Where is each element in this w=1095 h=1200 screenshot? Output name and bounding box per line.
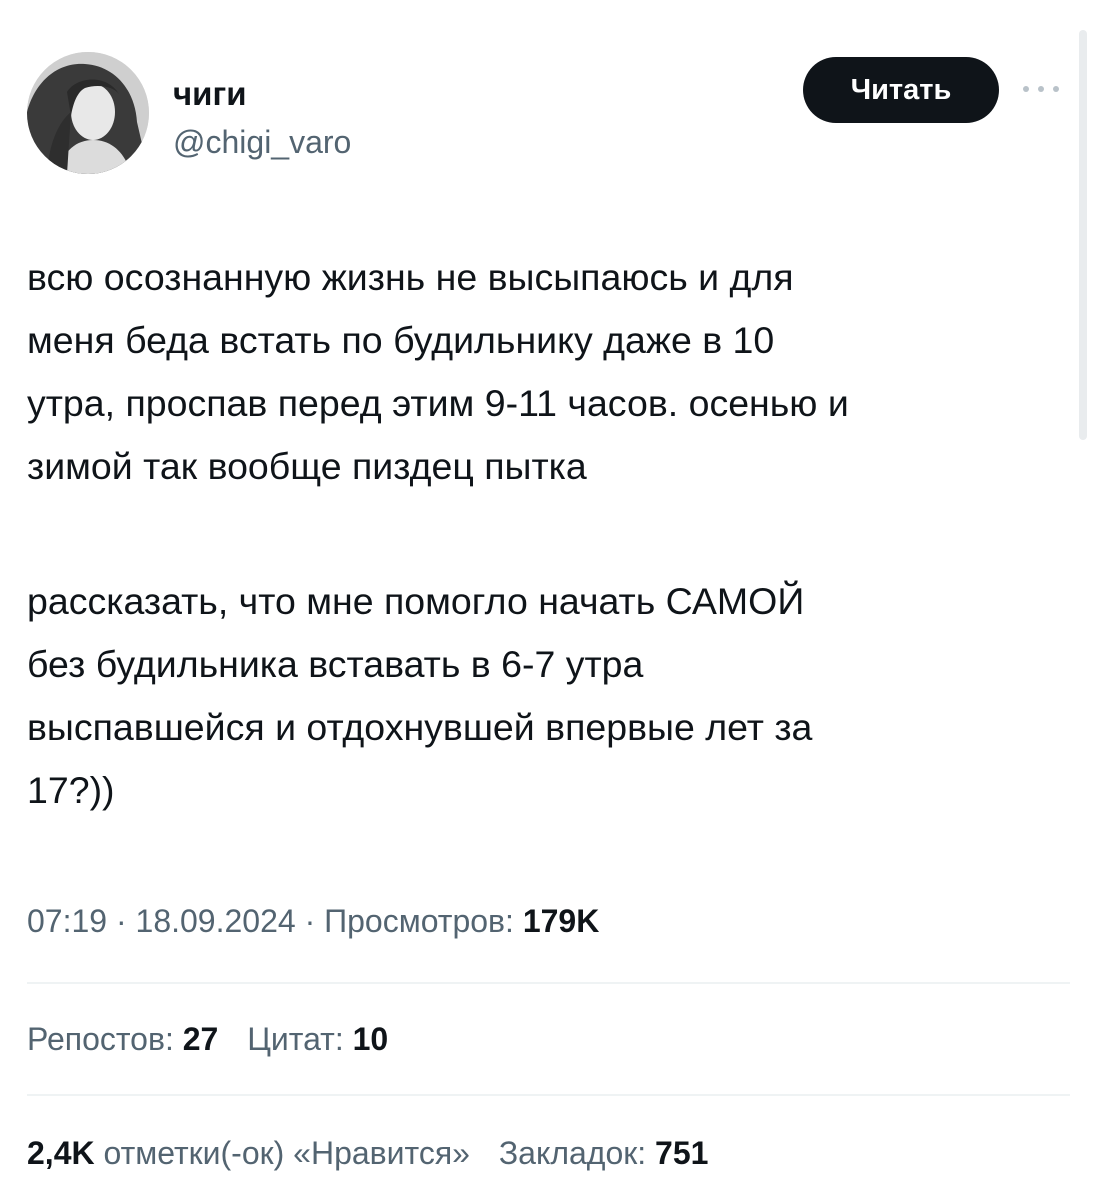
likes-label: отметки(-ок) «Нравится»	[103, 1135, 470, 1171]
more-icon	[1023, 86, 1059, 92]
divider	[27, 1094, 1070, 1096]
bookmarks-count: 751	[655, 1135, 709, 1171]
quotes-label: Цитат:	[247, 1021, 344, 1057]
tweet-page: чиги @chigi_varo Читать всю осознанную ж…	[0, 0, 1095, 1200]
repost-stats-row: Репостов: 27 Цитат: 10	[27, 1016, 408, 1062]
author-avatar[interactable]	[27, 52, 149, 174]
meta-separator: ·	[295, 903, 325, 939]
author-handle[interactable]: @chigi_varo	[173, 124, 351, 160]
reposts-count: 27	[182, 1021, 219, 1057]
more-options-button[interactable]	[1013, 74, 1069, 104]
bookmarks-label: Закладок:	[498, 1135, 647, 1171]
tweet-date[interactable]: 18.09.2024	[136, 903, 296, 939]
views-label: Просмотров:	[324, 903, 514, 939]
tweet-text-paragraph-1: всю осознанную жизнь не высыпаюсь и для …	[27, 256, 849, 487]
scrollbar[interactable]	[1079, 30, 1087, 440]
divider	[27, 982, 1070, 984]
quotes-count: 10	[352, 1021, 389, 1057]
meta-separator: ·	[107, 903, 136, 939]
reposts-label: Репостов:	[27, 1021, 174, 1057]
likes-stat[interactable]: 2,4K отметки(-ок) «Нравится»	[27, 1130, 470, 1176]
tweet-time[interactable]: 07:19	[27, 903, 107, 939]
author-display-name[interactable]: чиги	[173, 76, 246, 112]
likes-count: 2,4K	[27, 1135, 95, 1171]
bookmarks-stat[interactable]: Закладок: 751	[499, 1130, 709, 1176]
quotes-stat[interactable]: Цитат: 10	[247, 1016, 388, 1062]
avatar-photo	[27, 52, 149, 174]
reposts-stat[interactable]: Репостов: 27	[27, 1016, 218, 1062]
follow-button[interactable]: Читать	[803, 57, 999, 123]
tweet-text-paragraph-2: рассказать, что мне помогло начать САМОЙ…	[27, 580, 813, 811]
views-count: 179K	[522, 903, 600, 939]
tweet-meta: 07:19 · 18.09.2024 · Просмотров: 179K	[27, 898, 599, 944]
likes-stats-row: 2,4K отметки(-ок) «Нравится» Закладок: 7…	[27, 1130, 728, 1176]
